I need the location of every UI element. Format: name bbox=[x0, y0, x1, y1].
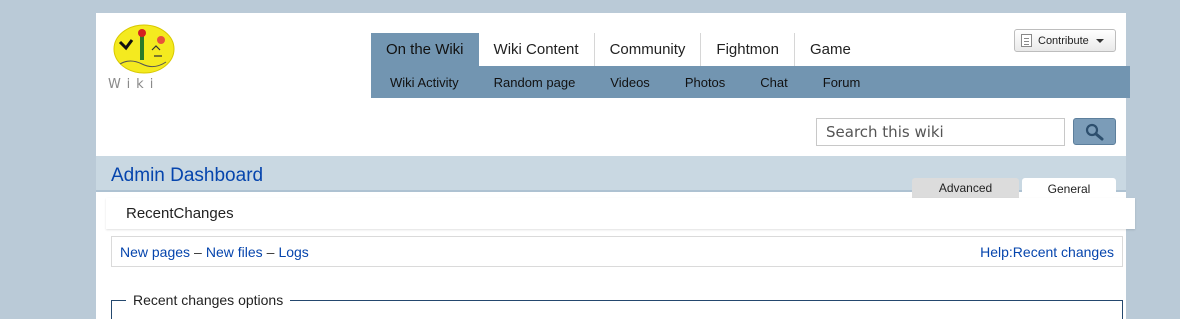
admin-dashboard-title[interactable]: Admin Dashboard bbox=[111, 165, 263, 187]
recent-changes-options-legend: Recent changes options bbox=[126, 292, 291, 308]
magnifier-icon bbox=[1085, 123, 1103, 140]
new-files-link[interactable]: New files bbox=[206, 244, 263, 260]
chevron-down-icon bbox=[1095, 38, 1104, 43]
tab-general[interactable]: General bbox=[1022, 178, 1116, 200]
page-icon bbox=[1021, 34, 1032, 47]
subnav-random-page[interactable]: Random page bbox=[494, 75, 576, 90]
subnav-forum[interactable]: Forum bbox=[823, 75, 861, 90]
nav-tab-community[interactable]: Community bbox=[594, 33, 702, 66]
nav-tab-on-the-wiki[interactable]: On the Wiki bbox=[371, 33, 479, 66]
logo-wordmark: Wiki bbox=[108, 77, 159, 92]
page-header bbox=[106, 198, 1135, 229]
tab-advanced[interactable]: Advanced bbox=[912, 178, 1019, 198]
nav-subnav: Wiki Activity Random page Videos Photos … bbox=[371, 66, 1130, 98]
nav-tab-wiki-content[interactable]: Wiki Content bbox=[478, 33, 595, 66]
nav-tabs: On the Wiki Wiki Content Community Fight… bbox=[371, 33, 866, 66]
contribute-button[interactable]: Contribute bbox=[1014, 29, 1116, 52]
new-pages-link[interactable]: New pages bbox=[120, 244, 190, 260]
wiki-logo[interactable]: Wiki bbox=[106, 22, 182, 92]
subnav-chat[interactable]: Chat bbox=[760, 75, 787, 90]
subnav-photos[interactable]: Photos bbox=[685, 75, 725, 90]
nav-tab-game[interactable]: Game bbox=[794, 33, 866, 66]
logs-link[interactable]: Logs bbox=[278, 244, 308, 260]
page-title: RecentChanges bbox=[126, 205, 234, 222]
link-separator: – bbox=[266, 243, 275, 260]
search-input[interactable]: Search this wiki bbox=[816, 118, 1065, 146]
nav-tab-fightmon[interactable]: Fightmon bbox=[701, 33, 795, 66]
help-recent-changes-link[interactable]: Help:Recent changes bbox=[980, 244, 1114, 260]
search-button[interactable] bbox=[1073, 118, 1116, 145]
subnav-videos[interactable]: Videos bbox=[610, 75, 650, 90]
link-separator: – bbox=[194, 243, 202, 260]
contribute-label: Contribute bbox=[1038, 34, 1089, 47]
subnav-wiki-activity[interactable]: Wiki Activity bbox=[390, 75, 459, 90]
wiki-logo-icon: Wiki bbox=[108, 24, 175, 92]
recent-changes-links: New pages – New files – Logs Help:Recent… bbox=[111, 236, 1123, 267]
